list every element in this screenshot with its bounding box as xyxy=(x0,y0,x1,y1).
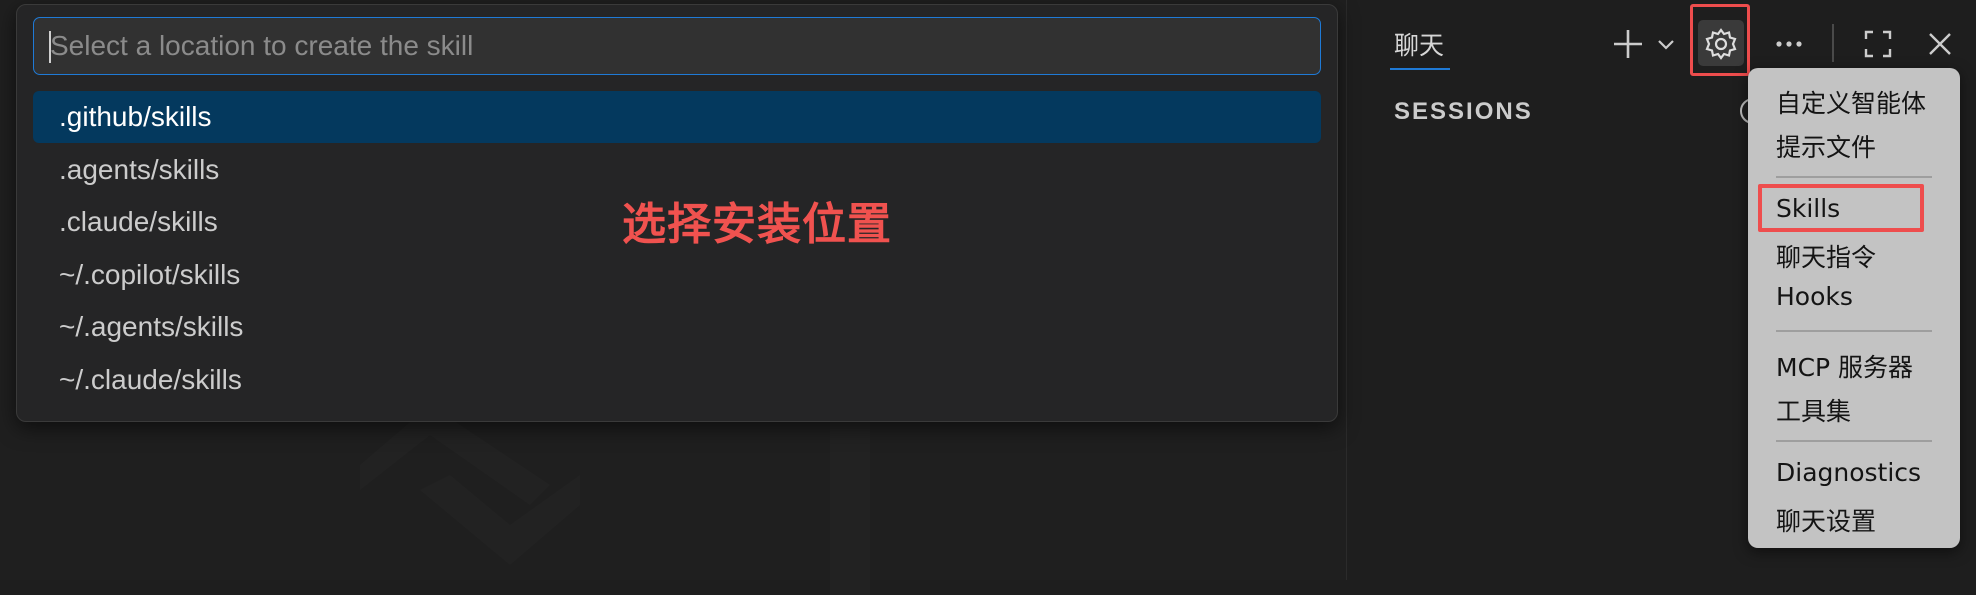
close-button[interactable] xyxy=(1920,22,1960,66)
menu-item-prompt-files[interactable]: 提示文件 xyxy=(1776,128,1876,164)
location-search-input[interactable] xyxy=(33,17,1321,75)
configure-menu: 自定义智能体 提示文件 Skills 聊天指令 Hooks MCP 服务器 工具… xyxy=(1748,68,1960,548)
new-chat-button[interactable] xyxy=(1608,22,1648,66)
vscode-logo-watermark xyxy=(360,405,870,595)
panel-divider xyxy=(1346,0,1347,580)
maximize-button[interactable] xyxy=(1858,22,1898,66)
menu-item-chat-settings[interactable]: 聊天设置 xyxy=(1776,502,1876,538)
menu-item-toolsets[interactable]: 工具集 xyxy=(1776,392,1851,428)
more-actions-button[interactable] xyxy=(1768,22,1810,66)
location-item-github[interactable]: .github/skills xyxy=(33,91,1321,143)
menu-separator xyxy=(1776,176,1932,178)
sessions-header: SESSIONS xyxy=(1394,98,1533,125)
annotation-label: 选择安装位置 xyxy=(622,199,892,250)
plus-icon xyxy=(1614,30,1642,58)
menu-separator xyxy=(1776,330,1932,332)
menu-item-diagnostics[interactable]: Diagnostics xyxy=(1776,458,1921,487)
new-chat-dropdown-button[interactable] xyxy=(1650,22,1682,66)
menu-item-hooks[interactable]: Hooks xyxy=(1776,282,1853,311)
active-tab-indicator xyxy=(1390,68,1450,70)
menu-separator xyxy=(1776,440,1932,442)
menu-item-custom-agents[interactable]: 自定义智能体 xyxy=(1776,84,1926,120)
ellipsis-icon xyxy=(1776,41,1802,47)
tab-chat[interactable]: 聊天 xyxy=(1394,26,1444,62)
highlight-skills-box xyxy=(1758,184,1924,232)
menu-item-mcp-servers[interactable]: MCP 服务器 xyxy=(1776,348,1913,384)
highlight-gear-box xyxy=(1690,4,1750,76)
toolbar-separator xyxy=(1832,24,1834,62)
close-icon xyxy=(1929,33,1951,55)
maximize-icon xyxy=(1864,30,1892,58)
menu-item-chat-instructions[interactable]: 聊天指令 xyxy=(1776,238,1876,274)
location-item-home-claude[interactable]: ~/.claude/skills xyxy=(33,354,1321,406)
chevron-down-icon xyxy=(1658,40,1674,50)
text-caret xyxy=(49,31,51,63)
location-item-home-agents[interactable]: ~/.agents/skills xyxy=(33,301,1321,353)
location-item-home-copilot[interactable]: ~/.copilot/skills xyxy=(33,249,1321,301)
